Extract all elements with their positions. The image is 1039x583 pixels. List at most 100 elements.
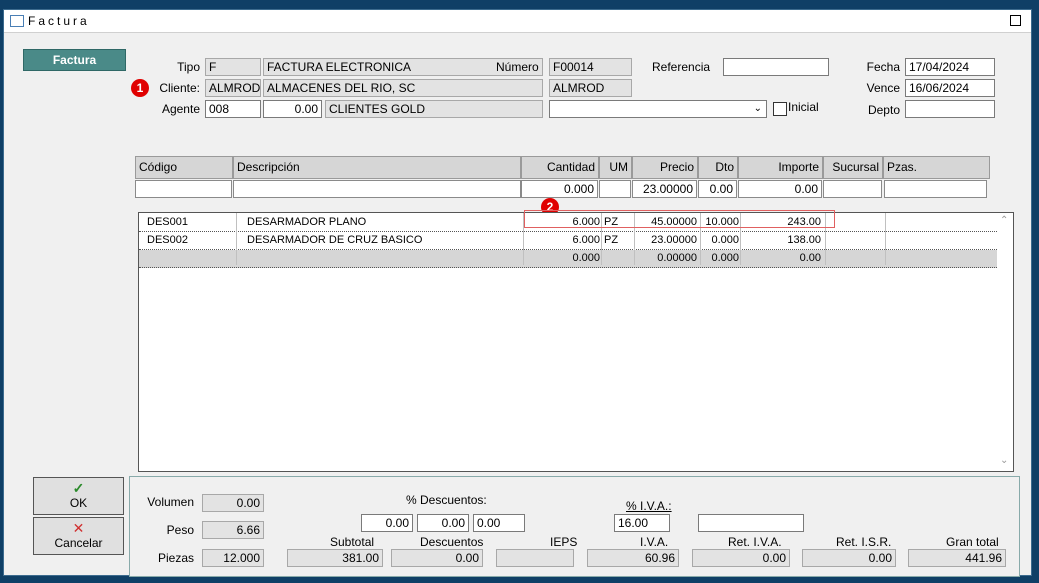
row-cantidad: 6.000 <box>572 234 600 246</box>
window-title: Factura <box>28 14 90 28</box>
piezas-field: 12.000 <box>202 549 264 567</box>
column-codigo[interactable]: Código <box>135 156 233 179</box>
column-importe[interactable]: Importe <box>738 156 823 179</box>
numero-field: F00014 <box>549 58 632 76</box>
scroll-up-icon[interactable]: ⌃ <box>1000 215 1008 226</box>
row-precio: 23.00000 <box>651 234 697 246</box>
ret-isr-field: 0.00 <box>802 549 896 567</box>
tipo-code-field[interactable]: F <box>205 58 261 76</box>
row-cantidad: 0.000 <box>572 252 600 264</box>
referencia-input[interactable] <box>723 58 829 76</box>
peso-field: 6.66 <box>202 521 264 539</box>
annotation-badge-1: 1 <box>131 79 149 97</box>
column-descripcion[interactable]: Descripción <box>233 156 521 179</box>
ieps-label: IEPS <box>550 535 578 549</box>
column-dto[interactable]: Dto <box>698 156 738 179</box>
ret-isr-label: Ret. I.S.R. <box>836 535 892 549</box>
fecha-input[interactable]: 17/04/2024 <box>905 58 995 76</box>
entry-importe-input[interactable]: 0.00 <box>738 180 822 198</box>
agente-code-input[interactable]: 008 <box>205 100 261 118</box>
column-precio[interactable]: Precio <box>632 156 698 179</box>
row-importe: 138.00 <box>787 234 821 246</box>
inicial-checkbox[interactable] <box>773 102 787 116</box>
ok-button[interactable]: ✓ OK <box>33 477 124 515</box>
tipo-label: Tipo <box>177 60 200 74</box>
gran-total-field: 441.96 <box>908 549 1006 567</box>
extra-input[interactable] <box>698 514 804 532</box>
agente-label: Agente <box>161 102 200 116</box>
row-importe: 0.00 <box>799 252 821 264</box>
vence-label: Vence <box>866 81 900 95</box>
numero-label: Número <box>496 60 539 74</box>
grid-divider <box>236 213 237 265</box>
table-row[interactable]: DES002 DESARMADOR DE CRUZ BASICO 6.000 P… <box>139 232 997 250</box>
cliente-alias-field: ALMROD <box>549 79 632 97</box>
referencia-label: Referencia <box>652 60 711 74</box>
row-descripcion: DESARMADOR DE CRUZ BASICO <box>247 234 423 246</box>
vertical-scrollbar[interactable]: ⌃ ⌄ <box>997 213 1013 471</box>
subtotal-field: 381.00 <box>287 549 383 567</box>
descuento-2-input[interactable]: 0.00 <box>417 514 469 532</box>
cliente-label: Cliente: <box>159 81 200 95</box>
depto-label: Depto <box>867 103 900 117</box>
row-dto: 0.000 <box>711 234 739 246</box>
chevron-down-icon: ⌄ <box>753 103 762 114</box>
row-dto: 0.000 <box>711 252 739 264</box>
factura-window: Factura Factura Tipo F FACTURA ELECTRONI… <box>3 9 1032 577</box>
cancel-label: Cancelar <box>54 536 103 550</box>
entry-dto-input[interactable]: 0.00 <box>698 180 737 198</box>
row-descripcion: DESARMADOR PLANO <box>247 216 367 228</box>
agente-value-field[interactable]: 0.00 <box>263 100 322 118</box>
piezas-label: Piezas <box>157 551 194 565</box>
row-codigo: DES001 <box>147 216 188 228</box>
fecha-label: Fecha <box>866 60 900 74</box>
ok-label: OK <box>69 496 88 510</box>
peso-label: Peso <box>166 523 194 537</box>
cancel-button[interactable]: ✕ Cancelar <box>33 517 124 555</box>
column-pzas[interactable]: Pzas. <box>883 156 990 179</box>
items-grid[interactable]: DES001 DESARMADOR PLANO 6.000 PZ 45.0000… <box>138 212 1014 472</box>
entry-codigo-input[interactable] <box>135 180 232 198</box>
entry-precio-input[interactable]: 23.00000 <box>632 180 697 198</box>
annotation-highlight-box <box>524 210 835 228</box>
column-um[interactable]: UM <box>599 156 632 179</box>
totals-panel: Volumen 0.00 Peso 6.66 Piezas 12.000 % D… <box>129 476 1020 577</box>
title-bar: Factura <box>4 10 1031 33</box>
entry-pzas-input[interactable] <box>884 180 987 198</box>
entry-cantidad-input[interactable]: 0.000 <box>521 180 598 198</box>
cliente-code-field[interactable]: ALMROD <box>205 79 261 97</box>
table-row[interactable]: 0.000 0.00000 0.000 0.00 <box>139 250 997 268</box>
row-codigo: DES002 <box>147 234 188 246</box>
maximize-icon[interactable] <box>1010 15 1021 26</box>
column-cantidad[interactable]: Cantidad <box>521 156 599 179</box>
ieps-field <box>496 549 574 567</box>
entry-um-input[interactable] <box>599 180 631 198</box>
cliente-name-field: ALMACENES DEL RIO, SC <box>263 79 543 97</box>
agente-name-field: CLIENTES GOLD <box>325 100 543 118</box>
entry-sucursal-input[interactable] <box>823 180 882 198</box>
vence-input[interactable]: 16/06/2024 <box>905 79 995 97</box>
column-sucursal[interactable]: Sucursal <box>823 156 883 179</box>
descuento-1-input[interactable]: 0.00 <box>361 514 413 532</box>
iva-pct-input[interactable]: 16.00 <box>614 514 670 532</box>
volumen-field: 0.00 <box>202 494 264 512</box>
inicial-label: Inicial <box>788 100 819 114</box>
depto-input[interactable] <box>905 100 995 118</box>
close-icon: ✕ <box>72 520 85 536</box>
row-um: PZ <box>604 234 619 246</box>
agente-dropdown[interactable]: ⌄ <box>549 100 767 118</box>
descuentos-label: Descuentos <box>420 535 484 549</box>
ret-iva-field: 0.00 <box>692 549 790 567</box>
volumen-label: Volumen <box>147 495 194 509</box>
subtotal-label: Subtotal <box>330 535 375 549</box>
check-icon: ✓ <box>72 480 85 496</box>
gran-total-label: Gran total <box>946 535 999 549</box>
scroll-down-icon[interactable]: ⌄ <box>1000 455 1008 466</box>
descuento-3-input[interactable]: 0.00 <box>473 514 525 532</box>
descuentos-pct-label: % Descuentos: <box>406 493 487 507</box>
descuentos-field: 0.00 <box>391 549 483 567</box>
factura-tab-button[interactable]: Factura <box>23 49 126 71</box>
entry-descripcion-field <box>233 180 521 198</box>
iva-label: I.V.A. <box>640 535 669 549</box>
row-precio: 0.00000 <box>657 252 697 264</box>
